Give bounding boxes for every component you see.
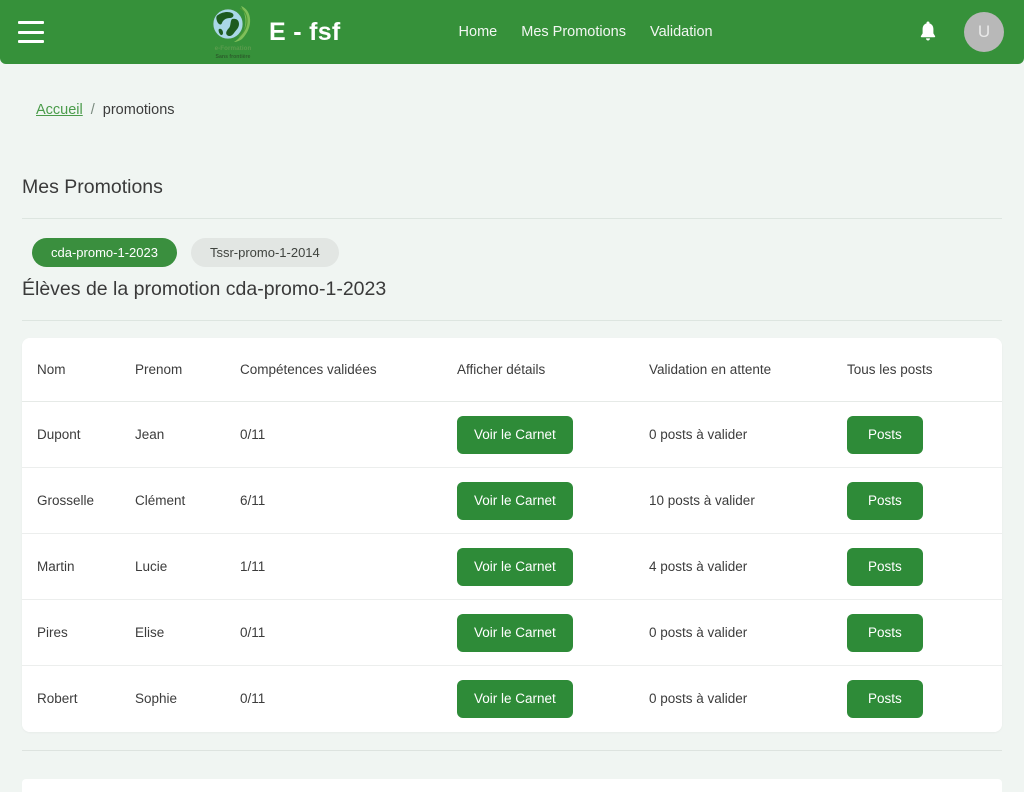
column-header-prenom: Prenom [135,338,240,402]
posts-button[interactable]: Posts [847,548,923,586]
column-header-tous-les-posts: Tous les posts [847,338,1002,402]
cell-prenom: Lucie [135,534,240,600]
promotion-tag-cda-promo-1-2023[interactable]: cda-promo-1-2023 [32,238,177,267]
cell-nom: Grosselle [22,468,135,534]
cell-afficher-details: Voir le Carnet [457,402,649,468]
nav-link-mes-promotions[interactable]: Mes Promotions [521,24,626,40]
promotion-tag-tssr-promo-1-2014[interactable]: Tssr-promo-1-2014 [191,238,339,267]
column-header-nom: Nom [22,338,135,402]
cell-nom: Martin [22,534,135,600]
nav-link-validation[interactable]: Validation [650,24,713,40]
students-table-card: Nom Prenom Compétences validées Afficher… [22,338,1002,732]
cell-prenom: Jean [135,402,240,468]
voir-le-carnet-button[interactable]: Voir le Carnet [457,482,573,520]
cell-prenom: Sophie [135,666,240,732]
cell-nom: Pires [22,600,135,666]
breadcrumb-current: promotions [103,102,175,118]
cell-nom: Dupont [22,402,135,468]
page-content: Mes Promotions cda-promo-1-2023 Tssr-pro… [0,176,1024,732]
promotion-subtitle: Élèves de la promotion cda-promo-1-2023 [22,278,1002,301]
cell-tous-les-posts: Posts [847,402,1002,468]
hamburger-bar [18,40,44,43]
cell-afficher-details: Voir le Carnet [457,468,649,534]
hamburger-menu-icon[interactable] [18,21,44,43]
cell-afficher-details: Voir le Carnet [457,666,649,732]
cell-validation-en-attente: 10 posts à valider [649,468,847,534]
promotion-tag-list: cda-promo-1-2023 Tssr-promo-1-2014 [22,238,1002,267]
cell-afficher-details: Voir le Carnet [457,534,649,600]
breadcrumb-link-accueil[interactable]: Accueil [36,102,83,118]
cell-tous-les-posts: Posts [847,666,1002,732]
user-avatar[interactable]: U [964,12,1004,52]
cell-prenom: Clément [135,468,240,534]
hamburger-bar [18,31,44,34]
brand-title: E - fsf [269,18,341,47]
cell-nom: Robert [22,666,135,732]
cell-validation-en-attente: 0 posts à valider [649,402,847,468]
page-title: Mes Promotions [22,176,1002,199]
breadcrumb-separator: / [91,102,95,118]
page-footer: Copyright © www.ldnr.fr 2025. [22,779,1002,792]
hamburger-bar [18,21,44,24]
logo-caption-secondary: Sans frontière [216,54,251,60]
column-header-validation-en-attente: Validation en attente [649,338,847,402]
table-row: Dupont Jean 0/11 Voir le Carnet 0 posts … [22,402,1002,468]
students-table-head: Nom Prenom Compétences validées Afficher… [22,338,1002,402]
voir-le-carnet-button[interactable]: Voir le Carnet [457,680,573,718]
posts-button[interactable]: Posts [847,416,923,454]
table-row: Grosselle Clément 6/11 Voir le Carnet 10… [22,468,1002,534]
cell-validation-en-attente: 0 posts à valider [649,666,847,732]
cell-tous-les-posts: Posts [847,600,1002,666]
cell-competences: 0/11 [240,600,457,666]
table-row: Pires Elise 0/11 Voir le Carnet 0 posts … [22,600,1002,666]
cell-validation-en-attente: 4 posts à valider [649,534,847,600]
subtitle-divider [22,320,1002,321]
logo-caption-primary: e-Formation [215,45,252,52]
title-divider [22,218,1002,219]
students-table: Nom Prenom Compétences validées Afficher… [22,338,1002,732]
logo-globe-graphic [210,3,256,45]
footer-divider [22,750,1002,751]
cell-competences: 6/11 [240,468,457,534]
cell-prenom: Elise [135,600,240,666]
posts-button[interactable]: Posts [847,614,923,652]
breadcrumb: Accueil / promotions [36,102,1024,118]
column-header-afficher-details: Afficher détails [457,338,649,402]
voir-le-carnet-button[interactable]: Voir le Carnet [457,614,573,652]
cell-validation-en-attente: 0 posts à valider [649,600,847,666]
students-table-body: Dupont Jean 0/11 Voir le Carnet 0 posts … [22,402,1002,732]
column-header-competences: Compétences validées [240,338,457,402]
posts-button[interactable]: Posts [847,482,923,520]
table-header-row: Nom Prenom Compétences validées Afficher… [22,338,1002,402]
navbar-right-actions: U [918,12,1004,52]
cell-afficher-details: Voir le Carnet [457,600,649,666]
posts-button[interactable]: Posts [847,680,923,718]
cell-competences: 0/11 [240,402,457,468]
cell-competences: 1/11 [240,534,457,600]
voir-le-carnet-button[interactable]: Voir le Carnet [457,548,573,586]
cell-competences: 0/11 [240,666,457,732]
cell-tous-les-posts: Posts [847,468,1002,534]
table-row: Martin Lucie 1/11 Voir le Carnet 4 posts… [22,534,1002,600]
table-row: Robert Sophie 0/11 Voir le Carnet 0 post… [22,666,1002,732]
cell-tous-les-posts: Posts [847,534,1002,600]
globe-leaf-logo: e-Formation Sans frontière [207,3,259,61]
main-navigation: Home Mes Promotions Validation [459,24,713,40]
brand-logo-link[interactable]: e-Formation Sans frontière E - fsf [207,3,341,61]
bell-icon[interactable] [918,21,938,43]
nav-link-home[interactable]: Home [459,24,498,40]
voir-le-carnet-button[interactable]: Voir le Carnet [457,416,573,454]
top-navbar: e-Formation Sans frontière E - fsf Home … [0,0,1024,64]
